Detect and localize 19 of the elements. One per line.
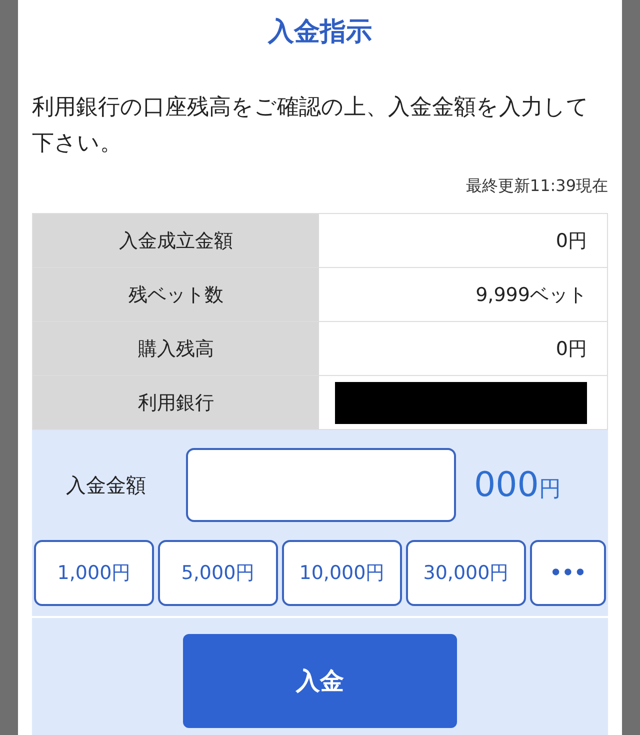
quick-amount-button[interactable]: 5,000円 [158, 540, 278, 606]
row-label: 利用銀行 [33, 376, 319, 429]
quick-amount-button[interactable]: ••• [530, 540, 606, 606]
quick-amount-button[interactable]: 30,000円 [406, 540, 526, 606]
row-value: 0円 [554, 336, 588, 362]
deposit-button[interactable]: 入金 [183, 634, 457, 728]
quick-amount-button[interactable]: 10,000円 [282, 540, 402, 606]
last-updated-text: 最終更新11:39現在 [464, 176, 608, 197]
amount-input-field[interactable] [186, 448, 456, 522]
row-label: 入金成立金額 [33, 214, 319, 267]
quick-amount-button[interactable]: 1,000円 [34, 540, 154, 606]
amount-label: 入金金額 [66, 472, 147, 498]
row-label: 購入残高 [33, 322, 319, 375]
amount-display: 000円 [474, 465, 561, 505]
dialog-title: 入金指示 [266, 16, 373, 49]
row-value: 0円 [554, 228, 588, 254]
row-label: 残ベット数 [33, 268, 319, 321]
row-value: 9,999ベット [474, 282, 588, 308]
instruction-text: 利用銀行の口座残高をご確認の上、入金金額を入力して下さい。 [32, 94, 590, 158]
